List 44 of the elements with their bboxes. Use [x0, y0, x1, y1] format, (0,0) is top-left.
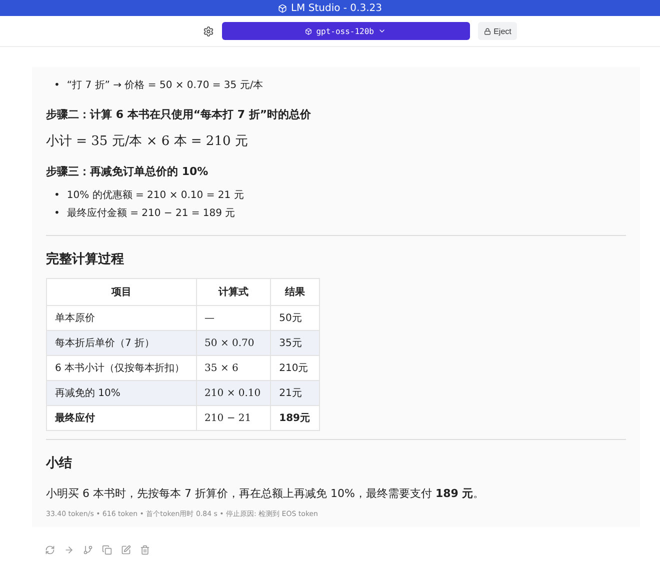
- table-cell: 最终应付: [46, 406, 196, 430]
- step-heading: 步骤三：再减免订单总价的 10%: [46, 164, 210, 179]
- list-item: 10% 的优惠额 = 210 × 0.10 = 21 元: [66, 189, 244, 203]
- table-cell: 单本原价: [46, 306, 196, 330]
- formula: 小计 = 35 元/本 × 6 本 = 210 元: [46, 133, 249, 150]
- summary-text: 小明买 6 本书时，先按每本 7 折算价，再在总额上再减免 10%，最终需要支付 189 元。: [46, 486, 486, 501]
- table-cell: 50元: [270, 306, 320, 330]
- table-cell: 再减免的 10%: [46, 380, 196, 406]
- table-cell: 210 × 0.10: [196, 380, 271, 406]
- edit-icon[interactable]: [121, 545, 131, 555]
- table-cell: 21元: [270, 380, 320, 406]
- step-heading: 步骤二：计算 6 本书在只使用“每本打 7 折”时的总价: [46, 107, 312, 122]
- settings-icon[interactable]: [202, 26, 214, 36]
- model-selector[interactable]: gpt-oss-120b: [222, 22, 470, 40]
- table-cell: 35元: [270, 330, 320, 356]
- regenerate-icon[interactable]: [45, 545, 55, 555]
- table-cell: 210 − 21: [196, 406, 271, 430]
- app-logo-icon: [278, 4, 287, 12]
- column-header: 计算式: [196, 278, 271, 306]
- table-cell: 50 × 0.70: [196, 330, 271, 356]
- chevron-down-icon: [378, 27, 386, 35]
- table-cell: 35 × 6: [196, 356, 271, 380]
- cube-icon: [305, 28, 312, 34]
- section-heading: 完整计算过程: [46, 250, 125, 268]
- table-cell: —: [196, 306, 271, 330]
- arrow-icon[interactable]: [64, 545, 74, 555]
- copy-icon[interactable]: [102, 545, 112, 555]
- bullet-marker: •: [54, 79, 60, 93]
- section-heading: 小结: [46, 455, 73, 472]
- table-cell: 每本折后单价（7 折）: [46, 330, 196, 356]
- lock-icon: [484, 28, 491, 34]
- list-item: 最终应付金额 = 210 − 21 = 189 元: [66, 207, 236, 221]
- window-title: LM Studio - 0.3.23: [290, 2, 382, 14]
- branch-icon[interactable]: [83, 545, 93, 555]
- table-cell: 189元: [270, 406, 320, 430]
- table-cell: 6 本书小计（仅按每本折扣）: [46, 356, 196, 380]
- delete-icon[interactable]: [140, 545, 150, 555]
- bullet-marker: •: [54, 207, 60, 221]
- column-header: 结果: [270, 278, 320, 306]
- column-header: 项目: [46, 278, 196, 306]
- table-cell: 210元: [270, 356, 320, 380]
- bullet-marker: •: [54, 189, 60, 203]
- list-item: “打 7 折” → 价格 = 50 × 0.70 = 35 元/本: [66, 79, 264, 93]
- eject-button[interactable]: Eject: [478, 22, 518, 40]
